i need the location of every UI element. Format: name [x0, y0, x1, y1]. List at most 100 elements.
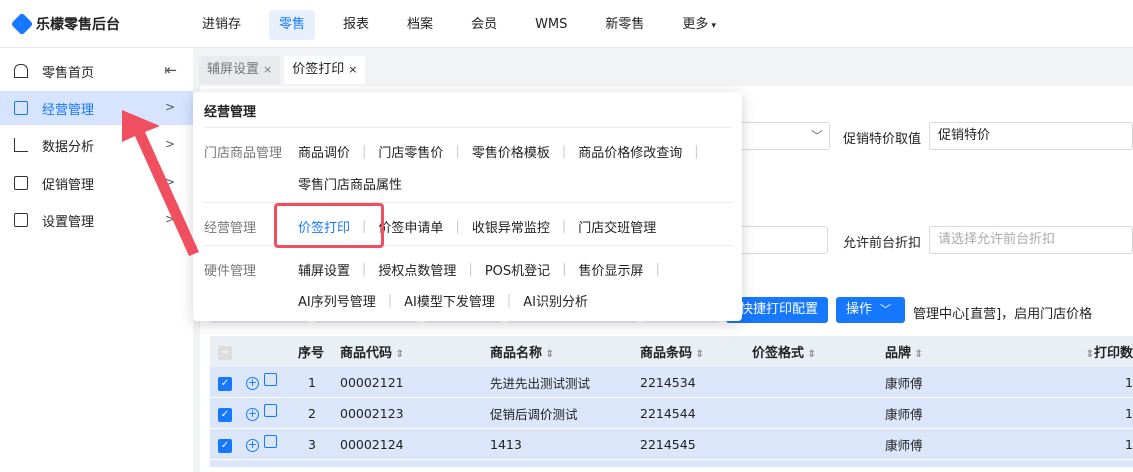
dropdown-title: 经营管理: [204, 105, 257, 120]
topnav-item-archive[interactable]: 档案: [397, 10, 443, 40]
tab-label: 辅屏设置: [207, 62, 260, 77]
select-all-checkbox[interactable]: −: [218, 345, 232, 360]
menu-item-secondary-screen[interactable]: 辅屏设置: [298, 260, 362, 279]
menu-item-ai-serial[interactable]: AI序列号管理: [298, 291, 388, 310]
close-icon[interactable]: ×: [348, 63, 357, 76]
trash-icon[interactable]: [264, 404, 277, 417]
window-icon: [14, 213, 28, 227]
separator: |: [506, 293, 512, 308]
topnav-item-new-retail[interactable]: 新零售: [595, 10, 654, 40]
col-label: 商品名称: [490, 346, 543, 361]
tab-price-tag-print[interactable]: 价签打印 ×: [284, 56, 366, 84]
filter-input-partial[interactable]: [730, 226, 828, 254]
menu-row: 商品调价 | 门店零售价 | 零售价格模板 | 商品价格修改查询 |: [298, 142, 711, 161]
sidebar-item-settings[interactable]: 设置管理 >: [0, 203, 193, 237]
more-label: 更多: [682, 17, 709, 32]
sort-icon: ⇕: [542, 349, 554, 360]
sidebar: 零售首页 ⇤ 经营管理 > 数据分析 > 促销管理 > 设置管理 >: [0, 48, 193, 472]
topnav-item-retail[interactable]: 零售: [269, 10, 316, 40]
cell-barcode: 2214545: [640, 436, 696, 452]
tab-label: 价签打印: [292, 62, 345, 77]
separator: |: [468, 262, 473, 277]
separator: |: [455, 219, 460, 234]
table-row[interactable]: ✓ + 3 00002124 1413 2214545 康师傅 1: [210, 429, 1133, 460]
row-checkbox[interactable]: ✓: [218, 408, 232, 422]
add-circle-icon[interactable]: +: [246, 377, 259, 390]
trash-icon[interactable]: [264, 435, 277, 448]
add-circle-icon[interactable]: +: [246, 439, 259, 452]
table-row-partial: [210, 460, 1133, 468]
row-checkbox[interactable]: ✓: [218, 377, 232, 391]
cell-qty[interactable]: 1: [1085, 406, 1133, 421]
cell-qty[interactable]: 1: [1085, 437, 1133, 452]
table-row[interactable]: ✓ + 1 00002121 先进先出测试测试 2214534 康师傅 1: [210, 367, 1133, 398]
topnav-item-more[interactable]: 更多 ▾: [672, 10, 726, 40]
menu-item-retail-price-template[interactable]: 零售价格模板: [472, 142, 562, 161]
menu-item-store-retail-price[interactable]: 门店零售价: [378, 142, 455, 161]
sidebar-item-label: 促销管理: [42, 177, 95, 193]
grid-header: − 序号 商品代码 ⇕ 商品名称 ⇕ 商品条码 ⇕ 价签格式 ⇕ 品牌 ⇕ ⇕打…: [210, 336, 1133, 367]
top-nav: 进销存 零售 报表 档案 会员 WMS 新零售 更多 ▾: [192, 10, 744, 40]
close-icon[interactable]: ×: [263, 63, 272, 76]
topnav-item-report[interactable]: 报表: [333, 10, 379, 40]
cell-code: 00002123: [340, 405, 404, 421]
separator: |: [694, 144, 699, 159]
col-label: 价签格式: [752, 346, 805, 361]
col-header-qty[interactable]: ⇕打印数: [1085, 342, 1133, 361]
sort-icon: ⇕: [911, 349, 923, 360]
cell-barcode: 2214534: [640, 374, 696, 390]
col-label: 品牌: [885, 346, 912, 361]
topnav-item-member[interactable]: 会员: [461, 10, 507, 40]
filter-select-partial[interactable]: ﹀: [730, 122, 830, 150]
sidebar-item-business[interactable]: 经营管理 >: [0, 91, 193, 125]
topnav-item-wms[interactable]: WMS: [525, 10, 577, 40]
menu-item-price-display[interactable]: 售价显示屏: [579, 260, 656, 279]
topnav-item-inventory[interactable]: 进销存: [192, 10, 251, 40]
menu-item-pos-register[interactable]: POS机登记: [485, 260, 562, 279]
table-row[interactable]: ✓ + 2 00002123 促销后调价测试 2214544 康师傅 1: [210, 398, 1133, 429]
sidebar-item-retail-home[interactable]: 零售首页 ⇤: [0, 54, 193, 88]
chevron-down-icon: ﹀: [880, 303, 892, 316]
promo-price-label: 促销特价取值: [843, 132, 922, 147]
col-header-format[interactable]: 价签格式 ⇕: [752, 342, 885, 361]
collapse-sidebar-icon[interactable]: ⇤: [164, 61, 177, 79]
add-circle-icon[interactable]: +: [246, 408, 259, 421]
category-store-products: 门店商品管理: [204, 146, 283, 161]
operate-button[interactable]: 操作 ﹀: [836, 297, 905, 323]
menu-item-ai-recognition[interactable]: AI识别分析: [523, 291, 600, 310]
trash-icon[interactable]: [264, 373, 277, 386]
menu-item-price-change-query[interactable]: 商品价格修改查询: [578, 142, 694, 161]
discount-select[interactable]: 请选择允许前台折扣: [929, 226, 1133, 254]
menu-item-license-points[interactable]: 授权点数管理: [378, 260, 468, 279]
menu-row: 零售门店商品属性: [298, 174, 414, 193]
highlight-box: [274, 203, 384, 248]
separator: |: [562, 262, 567, 277]
menu-item-price-adjust[interactable]: 商品调价: [298, 142, 362, 161]
discount-label: 允许前台折扣: [843, 236, 922, 251]
sort-icon: ⇕: [692, 349, 704, 360]
cell-qty[interactable]: 1: [1085, 375, 1133, 390]
tab-secondary-screen[interactable]: 辅屏设置 ×: [199, 56, 281, 84]
category-business: 经营管理: [204, 221, 257, 236]
promo-price-select[interactable]: 促销特价: [929, 122, 1133, 150]
sidebar-item-analysis[interactable]: 数据分析 >: [0, 128, 193, 162]
app-logo[interactable]: 乐檬零售后台: [10, 12, 120, 36]
sidebar-item-promotion[interactable]: 促销管理 >: [0, 166, 193, 200]
row-checkbox[interactable]: ✓: [218, 439, 232, 453]
col-label: 打印数: [1093, 346, 1133, 361]
menu-row: 辅屏设置 | 授权点数管理 | POS机登记 | 售价显示屏 |: [298, 260, 672, 279]
menu-item-shift-handover[interactable]: 门店交班管理: [578, 217, 668, 236]
cell-no: 3: [308, 436, 316, 452]
category-hardware: 硬件管理: [204, 264, 257, 279]
top-bar: 乐檬零售后台 进销存 零售 报表 档案 会员 WMS 新零售 更多 ▾: [0, 0, 1133, 48]
col-header-brand[interactable]: 品牌 ⇕: [885, 342, 1085, 361]
col-header-code[interactable]: 商品代码 ⇕: [340, 342, 490, 361]
menu-item-ai-model-dispatch[interactable]: AI模型下发管理: [404, 291, 507, 310]
menu-item-store-product-attrs[interactable]: 零售门店商品属性: [298, 174, 414, 193]
menu-item-cashier-monitor[interactable]: 收银异常监控: [472, 217, 562, 236]
col-header-name[interactable]: 商品名称 ⇕: [490, 342, 640, 361]
divider: [204, 127, 732, 128]
menu-item-price-tag-request[interactable]: 价签申请单: [378, 217, 455, 236]
sidebar-item-label: 数据分析: [42, 139, 95, 155]
col-header-barcode[interactable]: 商品条码 ⇕: [640, 342, 752, 361]
